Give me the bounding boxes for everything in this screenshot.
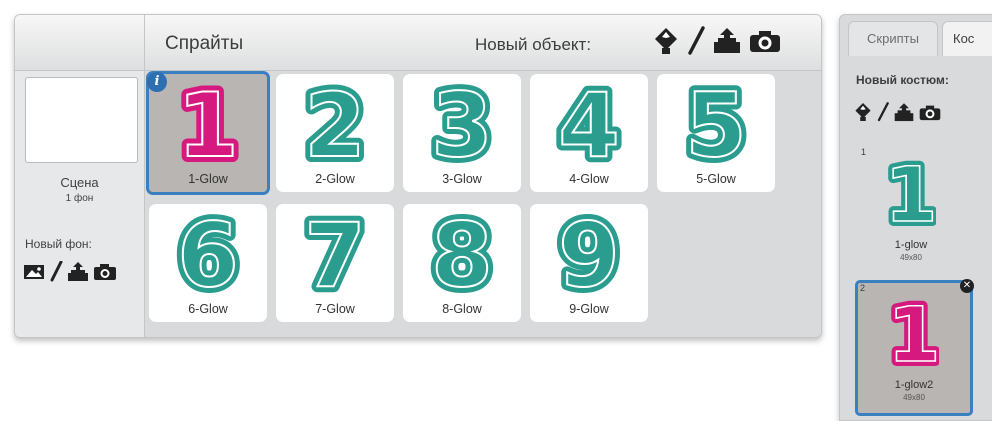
svg-text:5: 5 [685, 78, 746, 170]
costume-size: 49x80 [903, 393, 925, 402]
sprites-title: Спрайты [165, 33, 244, 54]
sprite-thumbnail: 77 [300, 208, 370, 300]
costume-size: 49x80 [900, 253, 922, 262]
stage-name: Сцена [60, 175, 99, 190]
sprite-stage-panel: Сцена 1 фон Новый фон: Спрайты Новый объ… [14, 14, 822, 338]
delete-costume-icon[interactable]: ✕ [960, 279, 974, 293]
sprite-thumbnail: 11 [173, 78, 243, 170]
svg-text:1: 1 [177, 78, 238, 170]
svg-text:6: 6 [177, 208, 238, 300]
sprite-name: 2-Glow [315, 172, 355, 186]
costume-item[interactable]: 1 1 1 1-glow 49x80 [855, 145, 967, 275]
sprite-name: 9-Glow [569, 302, 609, 316]
sprite-tile[interactable]: 6 6 6-Glow [149, 204, 267, 322]
stage-thumbnail[interactable] [25, 77, 138, 163]
paintbrush-icon[interactable] [877, 101, 889, 123]
stage-header [15, 15, 144, 71]
sprite-thumbnail: 55 [681, 78, 751, 170]
svg-text:2: 2 [304, 78, 365, 170]
stage-column: Сцена 1 фон Новый фон: [15, 15, 145, 337]
sprite-tile[interactable]: 8 8 8-Glow [403, 204, 521, 322]
tab-scripts[interactable]: Скрипты [848, 21, 938, 56]
info-icon[interactable]: i [147, 72, 167, 92]
svg-text:1: 1 [886, 155, 936, 235]
sprite-thumbnail: 33 [427, 78, 497, 170]
sprite-name: 3-Glow [442, 172, 482, 186]
costume-index: 1 [861, 147, 867, 157]
costume-index: 2 [860, 283, 866, 293]
backdrop-count: 1 фон [65, 193, 94, 204]
sprite-name: 8-Glow [442, 302, 482, 316]
sprite-tile[interactable]: 3 3 3-Glow [403, 74, 521, 192]
sprite-name: 6-Glow [188, 302, 228, 316]
upload-icon[interactable] [894, 102, 914, 122]
sprite-tile[interactable]: 2 2 2-Glow [276, 74, 394, 192]
new-sprite-tools [653, 26, 781, 56]
paintbrush-icon[interactable] [49, 261, 63, 283]
sprite-tile[interactable]: 1 1 1-Glow i [146, 71, 270, 195]
new-object-label: Новый объект: [475, 35, 592, 54]
upload-icon[interactable] [713, 28, 741, 54]
new-backdrop-label: Новый фон: [25, 237, 92, 251]
svg-text:9: 9 [558, 208, 619, 300]
svg-text:4: 4 [558, 78, 619, 170]
tab-costumes[interactable]: Кос [942, 21, 992, 56]
sprite-thumbnail: 66 [173, 208, 243, 300]
sprite-name: 1-Glow [188, 172, 228, 186]
sprite-tile[interactable]: 7 7 7-Glow [276, 204, 394, 322]
upload-icon[interactable] [67, 262, 89, 282]
new-costume-label: Новый костюм: [856, 73, 949, 87]
svg-text:7: 7 [304, 208, 365, 300]
sprite-thumbnail: 99 [554, 208, 624, 300]
new-costume-tools [854, 101, 941, 123]
sprite-library-icon[interactable] [653, 26, 679, 56]
sprites-header: Спрайты Новый объект: [145, 15, 821, 71]
svg-text:8: 8 [431, 208, 492, 300]
costume-name: 1-glow [894, 239, 928, 251]
sprite-thumbnail: 88 [427, 208, 497, 300]
sprite-thumbnail: 44 [554, 78, 624, 170]
new-backdrop-tools [23, 261, 117, 283]
costume-item-selected[interactable]: 2 ✕ 1 1 1-glow2 49x80 [855, 279, 974, 416]
camera-icon[interactable] [919, 104, 941, 121]
costume-name: 1-glow2 [894, 379, 934, 391]
sprite-library-icon[interactable] [854, 101, 872, 123]
sprite-tile[interactable]: 4 4 4-Glow [530, 74, 648, 192]
sprite-tile[interactable]: 5 5 5-Glow [657, 74, 775, 192]
picture-icon[interactable] [23, 263, 45, 281]
sprite-name: 7-Glow [315, 302, 355, 316]
camera-icon[interactable] [749, 29, 781, 53]
costumes-panel: Скрипты Кос Новый костюм: 1 1 1 1-glow 4… [839, 14, 992, 421]
sprite-name: 5-Glow [696, 172, 736, 186]
costume-thumbnail: 1 1 [886, 155, 936, 235]
sprite-name: 4-Glow [569, 172, 609, 186]
svg-text:1: 1 [889, 295, 939, 375]
paintbrush-icon[interactable] [687, 26, 705, 56]
sprite-tile[interactable]: 9 9 9-Glow [530, 204, 648, 322]
camera-icon[interactable] [93, 263, 117, 281]
sprite-thumbnail: 22 [300, 78, 370, 170]
costume-thumbnail: 1 1 [889, 295, 939, 375]
svg-text:3: 3 [431, 78, 492, 170]
